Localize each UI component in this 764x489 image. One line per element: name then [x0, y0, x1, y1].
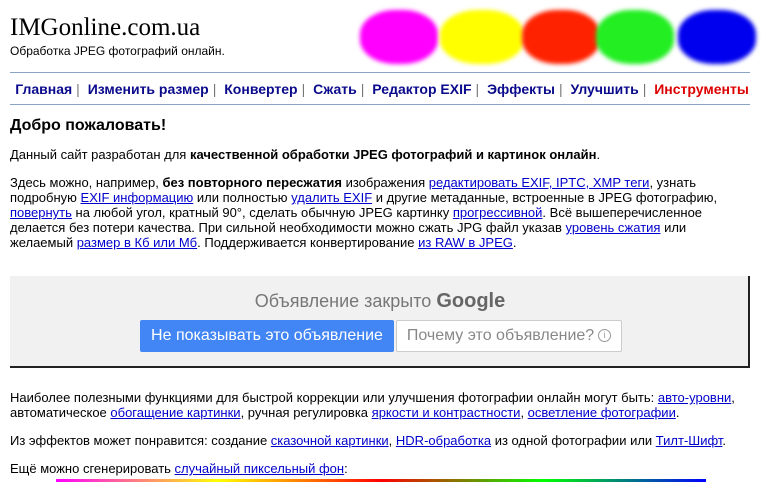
text: ,	[388, 433, 396, 448]
link-progressive[interactable]: прогрессивной	[453, 205, 543, 220]
text: Ещё можно сгенерировать	[10, 461, 175, 476]
link-fairy[interactable]: сказочной картинки	[271, 433, 389, 448]
site-title[interactable]: IMGonline.com.ua	[10, 14, 225, 42]
nav-separator: |	[301, 81, 306, 97]
link-edit-exif[interactable]: редактировать EXIF, IPTC, XMP теги	[429, 175, 650, 190]
text: изображения	[341, 175, 429, 190]
link-rotate[interactable]: повернуть	[10, 205, 72, 220]
nav-effects[interactable]: Эффекты	[487, 81, 555, 97]
text: Данный сайт разработан для	[10, 147, 190, 162]
text: .	[722, 433, 727, 448]
link-lighten[interactable]: осветление фотографии	[528, 405, 676, 420]
random-bg-paragraph: Ещё можно сгенерировать случайный пиксел…	[10, 461, 750, 476]
nav-tools[interactable]: Инструменты	[654, 81, 749, 97]
why-ad-label: Почему это объявление?	[406, 327, 595, 344]
link-hdr[interactable]: HDR-обработка	[396, 433, 491, 448]
closed-ad-panel: Объявление закрыто Google Не показывать …	[10, 276, 750, 368]
ad-closed-text: Объявление закрыто	[254, 291, 432, 311]
link-compress-level[interactable]: уровень сжатия	[566, 220, 661, 235]
info-icon: i	[598, 329, 612, 343]
nav-compress[interactable]: Сжать	[313, 81, 357, 97]
main-nav: Главная | Изменить размер | Конвертер | Сжа…	[0, 81, 764, 97]
welcome-section: Добро пожаловать! Данный сайт разработан…	[10, 118, 750, 263]
link-enrich[interactable]: обогащение картинки	[110, 405, 240, 420]
nav-top-divider	[10, 72, 750, 73]
welcome-heading: Добро пожаловать!	[10, 117, 167, 134]
nav-home[interactable]: Главная	[15, 81, 72, 97]
text: из одной фотографии или	[491, 433, 656, 448]
text: и другие метаданные, встроенные в JPEG ф…	[372, 190, 718, 205]
nav-separator: |	[642, 81, 647, 97]
nav-separator: |	[76, 81, 80, 97]
text: . Поддерживается конвертирование	[197, 235, 419, 250]
features-paragraph: Здесь можно, например, без повторного пе…	[10, 175, 750, 250]
bold-text: качественной обработки JPEG фотографий и…	[189, 147, 597, 162]
red-blob	[522, 10, 600, 64]
google-logo: Google	[436, 290, 506, 312]
text: Из эффектов может понравится: создание	[10, 433, 271, 448]
yellow-blob	[440, 10, 524, 64]
ad-closed-title: Объявление закрыто Google	[10, 290, 750, 313]
text: , ручная регулировка	[240, 405, 372, 420]
bold-text: без повторного пересжатия	[162, 175, 342, 190]
link-auto-levels[interactable]: авто-уровни	[658, 390, 731, 405]
color-blobs-logo	[356, 6, 764, 66]
text: .	[675, 405, 680, 420]
effects-paragraph: Из эффектов может понравится: создание с…	[10, 433, 750, 448]
link-exif-info[interactable]: EXIF информацию	[81, 190, 194, 205]
link-raw-to-jpeg[interactable]: из RAW в JPEG	[418, 235, 513, 250]
nav-separator: |	[558, 81, 563, 97]
hide-ad-button[interactable]: Не показывать это объявление	[140, 320, 394, 352]
nav-separator: |	[475, 81, 480, 97]
text: ,	[520, 405, 528, 420]
site-subtitle: Обработка JPEG фотографий онлайн.	[10, 44, 225, 58]
link-brightness[interactable]: яркости и контрастности	[372, 405, 521, 420]
blue-blob	[678, 10, 756, 64]
text: или полностью	[193, 190, 292, 205]
nav-resize[interactable]: Изменить размер	[88, 81, 209, 97]
lower-section: Наиболее полезными функциями для быстрой…	[10, 390, 750, 489]
green-blob	[596, 10, 674, 64]
text: на любой угол, кратный 90°, сделать обыч…	[71, 205, 453, 220]
link-tilt-shift[interactable]: Тилт-Шифт	[656, 433, 723, 448]
text: .	[596, 147, 601, 162]
link-random-bg[interactable]: случайный пиксельный фон	[175, 461, 345, 476]
nav-bottom-divider	[10, 104, 750, 105]
link-delete-exif[interactable]: удалить EXIF	[291, 190, 372, 205]
nav-separator: |	[212, 81, 217, 97]
nav-converter[interactable]: Конвертер	[224, 81, 297, 97]
link-target-size[interactable]: размер в Кб или Мб	[77, 235, 197, 250]
why-this-ad-button[interactable]: Почему это объявление? i	[396, 320, 622, 352]
site-header: IMGonline.com.ua Обработка JPEG фотограф…	[10, 14, 225, 58]
text: :	[344, 461, 348, 476]
nav-separator: |	[360, 81, 365, 97]
nav-improve[interactable]: Улучшить	[571, 81, 639, 97]
intro-paragraph: Данный сайт разработан для качественной …	[10, 147, 750, 162]
text: Наиболее полезными функциями для быстрой…	[10, 390, 658, 405]
text: .	[512, 235, 517, 250]
text: Здесь можно, например,	[10, 175, 163, 190]
nav-exif-editor[interactable]: Редактор EXIF	[372, 81, 471, 97]
magenta-blob	[360, 10, 438, 64]
useful-functions-paragraph: Наиболее полезными функциями для быстрой…	[10, 390, 750, 420]
